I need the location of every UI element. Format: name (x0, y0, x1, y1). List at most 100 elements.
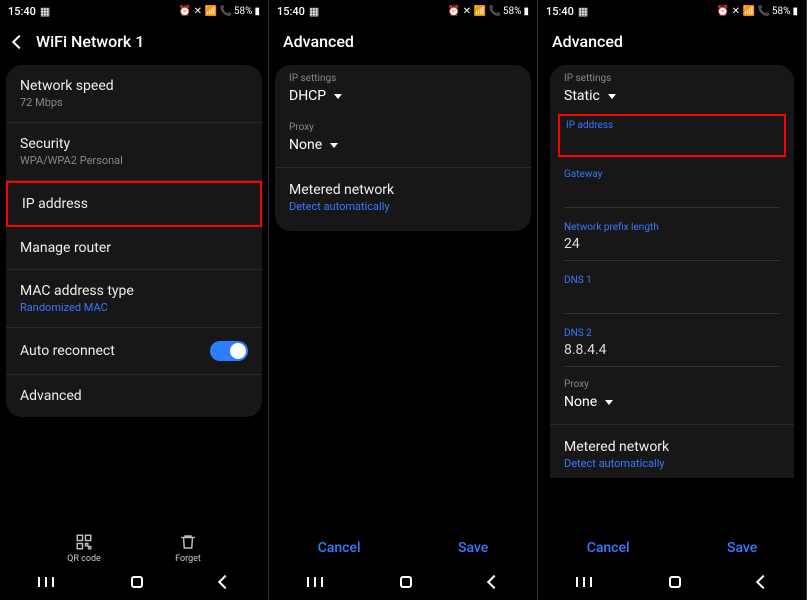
row-title: Manage router (20, 240, 111, 256)
auto-reconnect-toggle[interactable] (210, 341, 248, 361)
page-title: Advanced (283, 32, 354, 51)
dns1-label: DNS 1 (564, 275, 780, 286)
forget-button[interactable]: Forget (175, 533, 201, 564)
prefix-input[interactable]: 24 (564, 236, 780, 254)
header: Advanced (538, 22, 806, 65)
gateway-input[interactable] (564, 183, 780, 201)
ip-settings-field[interactable]: IP settings DHCP (275, 65, 531, 114)
nav-home-icon[interactable] (131, 576, 143, 588)
metered-network-row[interactable]: Metered network Detect automatically (275, 172, 531, 223)
status-battery: 58% (234, 6, 253, 17)
bottom-toolbar: QR code Forget (0, 528, 268, 564)
cancel-button[interactable]: Cancel (587, 540, 630, 556)
row-title: Auto reconnect (20, 343, 115, 359)
row-network-speed[interactable]: Network speed 72 Mbps (6, 65, 262, 123)
nav-home-icon[interactable] (669, 576, 681, 588)
header: Advanced (269, 22, 537, 65)
trash-icon (179, 533, 197, 551)
save-button[interactable]: Save (458, 540, 488, 556)
row-auto-reconnect[interactable]: Auto reconnect (6, 328, 262, 375)
nav-recent-icon[interactable] (38, 577, 54, 587)
nav-bar (269, 564, 537, 600)
row-security[interactable]: Security WPA/WPA2 Personal (6, 123, 262, 181)
dns1-input-block[interactable]: DNS 1 (550, 271, 794, 309)
row-advanced[interactable]: Advanced (6, 375, 262, 417)
header: WiFi Network 1 (0, 22, 268, 65)
status-battery: 58% (503, 6, 522, 17)
status-bar: 15:40 ▦ ⏰ ✕ 📶 📞 58% ▮ (269, 0, 537, 22)
back-icon[interactable] (12, 34, 26, 48)
row-sub: Detect automatically (564, 457, 780, 470)
chevron-down-icon (605, 400, 613, 405)
dns2-input-block[interactable]: DNS 2 8.8.4.4 (550, 324, 794, 362)
metered-network-row[interactable]: Metered network Detect automatically (550, 429, 794, 476)
row-mac-address-type[interactable]: MAC address type Randomized MAC (6, 270, 262, 328)
gateway-input-block[interactable]: Gateway (550, 165, 794, 203)
screen-advanced-static: 15:40 ▦ ⏰ ✕ 📶 📞 58% ▮ Advanced IP settin… (538, 0, 807, 600)
nav-back-icon[interactable] (487, 575, 501, 589)
row-title: Advanced (20, 388, 82, 404)
row-manage-router[interactable]: Manage router (6, 227, 262, 270)
nav-recent-icon[interactable] (576, 577, 592, 587)
notif-icon: ▦ (578, 5, 588, 18)
nav-bar (538, 564, 806, 600)
proxy-field[interactable]: Proxy None (275, 114, 531, 163)
page-title: Advanced (552, 32, 623, 51)
status-battery: 58% (772, 6, 791, 17)
qr-label: QR code (67, 554, 101, 564)
status-time: 15:40 (8, 5, 36, 18)
battery-icon: ▮ (523, 6, 529, 17)
chevron-down-icon (330, 143, 338, 148)
ip-address-input[interactable] (566, 131, 778, 147)
field-label: Proxy (564, 379, 780, 390)
prefix-label: Network prefix length (564, 222, 780, 233)
nav-recent-icon[interactable] (307, 577, 323, 587)
screen-advanced-dhcp: 15:40 ▦ ⏰ ✕ 📶 📞 58% ▮ Advanced IP settin… (269, 0, 538, 600)
advanced-scroll[interactable]: IP settings Static IP address Gateway Ne… (538, 65, 806, 526)
cancel-button[interactable]: Cancel (318, 540, 361, 556)
forget-label: Forget (175, 554, 201, 564)
chevron-down-icon (608, 94, 616, 99)
settings-panel: Network speed 72 Mbps Security WPA/WPA2 … (6, 65, 262, 417)
action-bar: Cancel Save (538, 526, 806, 564)
status-icons: ⏰ ✕ 📶 📞 (717, 6, 770, 17)
save-button[interactable]: Save (727, 540, 757, 556)
proxy-value: None (564, 394, 597, 410)
gateway-label: Gateway (564, 169, 780, 180)
status-time: 15:40 (546, 5, 574, 18)
row-title: MAC address type (20, 283, 134, 299)
row-title: IP address (22, 196, 88, 212)
nav-back-icon[interactable] (218, 575, 232, 589)
status-bar: 15:40 ▦ ⏰ ✕ 📶 📞 58% ▮ (538, 0, 806, 22)
notif-icon: ▦ (40, 5, 50, 18)
qr-code-button[interactable]: QR code (67, 533, 101, 564)
field-label: Proxy (289, 122, 517, 133)
notif-icon: ▦ (309, 5, 319, 18)
nav-home-icon[interactable] (400, 576, 412, 588)
row-sub: WPA/WPA2 Personal (20, 154, 123, 167)
nav-back-icon[interactable] (756, 575, 770, 589)
chevron-down-icon (334, 94, 342, 99)
row-title: Metered network (289, 182, 517, 198)
qr-code-icon (75, 533, 93, 551)
row-title: Network speed (20, 78, 114, 94)
action-bar: Cancel Save (269, 526, 537, 564)
dns2-input[interactable]: 8.8.4.4 (564, 342, 780, 360)
row-sub: 72 Mbps (20, 96, 114, 109)
row-ip-address[interactable]: IP address (6, 181, 262, 227)
ip-address-label: IP address (566, 120, 778, 131)
row-sub: Detect automatically (289, 200, 517, 213)
prefix-input-block[interactable]: Network prefix length 24 (550, 218, 794, 256)
status-icons: ⏰ ✕ 📶 📞 (179, 6, 232, 17)
status-time: 15:40 (277, 5, 305, 18)
status-icons: ⏰ ✕ 📶 📞 (448, 6, 501, 17)
status-bar: 15:40 ▦ ⏰ ✕ 📶 📞 58% ▮ (0, 0, 268, 22)
ip-settings-field[interactable]: IP settings Static (550, 65, 794, 114)
field-label: IP settings (289, 73, 517, 84)
page-title: WiFi Network 1 (36, 32, 144, 51)
ip-settings-value: Static (564, 88, 600, 104)
row-sub: Randomized MAC (20, 301, 134, 314)
proxy-field[interactable]: Proxy None (550, 377, 794, 420)
nav-bar (0, 564, 268, 600)
dns1-input[interactable] (564, 289, 780, 307)
